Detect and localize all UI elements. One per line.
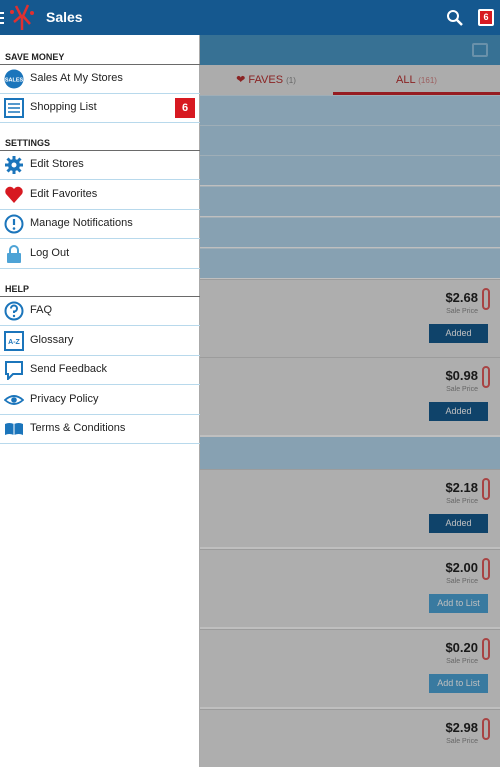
section-header-help: HELP: [0, 282, 200, 297]
drawer-item-label: Edit Favorites: [30, 188, 98, 200]
drawer-item-send-feedback[interactable]: Send Feedback: [0, 355, 200, 385]
book-icon: [5, 423, 23, 435]
drawer-item-edit-stores[interactable]: Edit Stores: [0, 150, 200, 180]
app-bar: Sales 6: [0, 0, 500, 35]
search-icon[interactable]: [446, 9, 464, 27]
question-icon: [4, 301, 24, 321]
drawer-item-privacy-policy[interactable]: Privacy Policy: [0, 385, 200, 415]
menu-icon[interactable]: [0, 12, 4, 24]
page-title: Sales: [46, 9, 83, 25]
section-header-save-money: SAVE MONEY: [0, 50, 200, 65]
shopping-list-button[interactable]: 6: [476, 9, 496, 27]
drawer-item-label: Send Feedback: [30, 363, 108, 375]
drawer-item-label: Manage Notifications: [30, 217, 133, 229]
drawer-item-glossary[interactable]: A-Z Glossary: [0, 326, 200, 356]
drawer-item-label: Glossary: [30, 334, 74, 346]
drawer-item-label: FAQ: [30, 304, 53, 316]
drawer-item-label: Privacy Policy: [30, 393, 99, 405]
glossary-icon-text: A-Z: [8, 339, 20, 346]
list-icon: [4, 98, 24, 118]
gear-icon: [5, 156, 23, 174]
eye-icon: [4, 395, 24, 405]
drawer-item-label: Log Out: [30, 247, 70, 259]
drawer-item-faq[interactable]: FAQ: [0, 296, 200, 326]
sales-icon: SALES: [4, 69, 24, 89]
drawer-item-label: Sales At My Stores: [30, 72, 123, 84]
drawer-item-sales-at-my-stores[interactable]: SALES Sales At My Stores: [0, 64, 200, 94]
drawer-item-label: Terms & Conditions: [30, 422, 126, 434]
logo-icon[interactable]: [8, 4, 36, 31]
drawer-item-label: Shopping List: [30, 101, 97, 113]
glossary-icon: A-Z: [4, 331, 24, 351]
lock-icon: [7, 245, 21, 263]
drawer-item-manage-notifications[interactable]: Manage Notifications: [0, 209, 200, 239]
drawer-item-log-out[interactable]: Log Out: [0, 239, 200, 269]
drawer-item-label: Edit Stores: [30, 158, 84, 170]
alert-icon: [4, 214, 24, 234]
drawer-item-terms-and-conditions[interactable]: Terms & Conditions: [0, 414, 200, 444]
navigation-drawer: SAVE MONEY SALES Sales At My Stores Shop…: [0, 35, 200, 767]
section-header-settings: SETTINGS: [0, 136, 200, 151]
drawer-item-shopping-list[interactable]: Shopping List 6: [0, 93, 200, 123]
drawer-item-edit-favorites[interactable]: Edit Favorites: [0, 180, 200, 210]
heart-icon: [5, 186, 23, 203]
sales-icon-text: SALES: [5, 78, 24, 84]
speech-bubble-icon: [5, 361, 23, 380]
cart-count-badge: 6: [480, 11, 492, 24]
shopping-list-count-badge: 6: [175, 98, 195, 118]
